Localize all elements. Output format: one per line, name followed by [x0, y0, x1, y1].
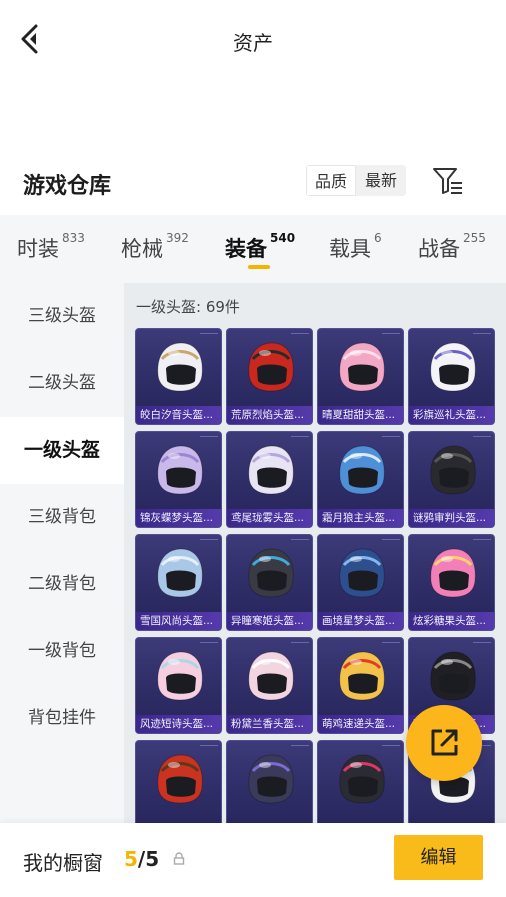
helmet-icon — [157, 754, 203, 804]
tab-label: 枪械 — [121, 237, 163, 261]
helmet-card[interactable] — [317, 740, 404, 823]
sidebar-item-helmet-lv2[interactable]: 二级头盔 — [0, 350, 124, 417]
helmet-card[interactable] — [226, 740, 313, 823]
tab-count: 540 — [270, 231, 296, 245]
helmet-name: 粉黛兰香头盔... — [227, 715, 312, 733]
helmet-name: 彩旗巡礼头盔... — [409, 406, 494, 424]
helmet-icon — [248, 342, 294, 392]
helmet-card[interactable]: 萌鸡速递头盔... — [317, 637, 404, 734]
helmet-card[interactable]: 炫彩糖果头盔... — [408, 534, 495, 631]
tab-label: 战备 — [418, 237, 460, 261]
helmet-icon — [248, 651, 294, 701]
helmet-name: 画境星梦头盔... — [318, 612, 403, 630]
sidebar-item-helmet-lv3[interactable]: 三级头盔 — [0, 283, 124, 350]
tab-fashion[interactable]: 时装 833 — [17, 231, 85, 263]
sidebar-item-backpack-lv3[interactable]: 三级背包 — [0, 484, 124, 551]
share-button[interactable] — [406, 705, 482, 781]
helmet-card[interactable]: 彩旗巡礼头盔... — [408, 328, 495, 425]
warehouse-header: 游戏仓库 品质 最新 — [0, 160, 506, 204]
helmet-card[interactable]: 晴夏甜甜头盔... — [317, 328, 404, 425]
helmet-card[interactable]: 画境星梦头盔... — [317, 534, 404, 631]
helmet-icon — [157, 445, 203, 495]
helmet-name: 雪国风尚头盔... — [136, 612, 221, 630]
sidebar-item-backpack-lv2[interactable]: 二级背包 — [0, 551, 124, 618]
showcase-bar: 我的橱窗 5/5 编辑 — [0, 823, 506, 897]
edit-button[interactable]: 编辑 — [394, 835, 483, 880]
helmet-icon — [248, 548, 294, 598]
helmet-icon — [339, 548, 385, 598]
showcase-count: 5/5 — [124, 847, 159, 871]
sort-toggle: 品质 最新 — [306, 165, 406, 196]
helmet-icon — [339, 754, 385, 804]
helmet-card[interactable]: 霜月狼主头盔... — [317, 431, 404, 528]
helmet-name: 荒原烈焰头盔... — [227, 406, 312, 424]
sort-quality-button[interactable]: 品质 — [306, 165, 356, 196]
helmet-card[interactable]: 风迹短诗头盔... — [135, 637, 222, 734]
tab-firearms[interactable]: 枪械 392 — [121, 231, 189, 263]
sidebar-item-helmet-lv1[interactable]: 一级头盔 — [0, 417, 124, 484]
helmet-icon — [339, 445, 385, 495]
helmet-card[interactable]: 锦灰蝶梦头盔... — [135, 431, 222, 528]
helmet-icon — [430, 548, 476, 598]
helmet-name: 异瞳寒姬头盔... — [227, 612, 312, 630]
helmet-icon — [157, 548, 203, 598]
helmet-card[interactable]: 粉黛兰香头盔... — [226, 637, 313, 734]
filter-icon[interactable] — [432, 165, 464, 197]
helmet-name: 炫彩糖果头盔... — [409, 612, 494, 630]
helmet-name: 霜月狼主头盔... — [318, 509, 403, 527]
page-title: 资产 — [233, 31, 273, 55]
helmet-icon — [157, 651, 203, 701]
lock-icon — [172, 851, 186, 865]
helmet-icon — [339, 342, 385, 392]
tab-supplies[interactable]: 战备 255 — [418, 231, 486, 263]
helmet-icon — [157, 342, 203, 392]
tab-equipment[interactable]: 装备 540 — [225, 231, 296, 263]
helmet-name: 鸢尾珑雾头盔... — [227, 509, 312, 527]
active-tab-indicator — [248, 265, 270, 269]
sort-latest-button[interactable]: 最新 — [356, 165, 406, 196]
helmet-icon — [248, 754, 294, 804]
helmet-icon — [248, 445, 294, 495]
helmet-name: 谜鸦审判头盔... — [409, 509, 494, 527]
tab-count: 392 — [166, 231, 189, 245]
helmet-card[interactable]: 雪国风尚头盔... — [135, 534, 222, 631]
helmet-card[interactable]: 谜鸦审判头盔... — [408, 431, 495, 528]
helmet-name: 锦灰蝶梦头盔... — [136, 509, 221, 527]
helmet-card[interactable]: 异瞳寒姬头盔... — [226, 534, 313, 631]
showcase-current: 5 — [124, 847, 138, 871]
tab-label: 时装 — [17, 237, 59, 261]
warehouse-title: 游戏仓库 — [23, 174, 112, 199]
helmet-name: 风迹短诗头盔... — [136, 715, 221, 733]
sidebar-item-backpack-charm[interactable]: 背包挂件 — [0, 685, 124, 752]
helmet-icon — [430, 342, 476, 392]
tab-count: 833 — [62, 231, 85, 245]
tab-label: 装备 — [225, 237, 267, 261]
tab-count: 255 — [463, 231, 486, 245]
tab-count: 6 — [374, 231, 382, 245]
helmet-card[interactable] — [135, 740, 222, 823]
helmet-icon — [430, 445, 476, 495]
share-icon — [431, 729, 458, 756]
showcase-title: 我的橱窗 — [23, 851, 103, 875]
tab-vehicles[interactable]: 载具 6 — [329, 231, 382, 263]
helmet-name: 萌鸡速递头盔... — [318, 715, 403, 733]
helmet-name: 晴夏甜甜头盔... — [318, 406, 403, 424]
helmet-icon — [339, 651, 385, 701]
helmet-icon — [430, 651, 476, 701]
helmet-card[interactable]: 皎白汐音头盔... — [135, 328, 222, 425]
helmet-card[interactable]: 鸢尾珑雾头盔... — [226, 431, 313, 528]
category-tabs: 时装 833 枪械 392 装备 540 载具 6 战备 255 — [0, 215, 506, 283]
showcase-total: /5 — [137, 847, 160, 871]
helmet-name: 皎白汐音头盔... — [136, 406, 221, 424]
section-label: 一级头盔: 69件 — [136, 298, 240, 316]
subcategory-sidebar: 三级头盔 二级头盔 一级头盔 三级背包 二级背包 一级背包 背包挂件 — [0, 283, 124, 823]
top-bar: 资产 — [0, 0, 506, 80]
helmet-card[interactable]: 荒原烈焰头盔... — [226, 328, 313, 425]
tab-label: 载具 — [329, 237, 371, 261]
sidebar-item-backpack-lv1[interactable]: 一级背包 — [0, 618, 124, 685]
